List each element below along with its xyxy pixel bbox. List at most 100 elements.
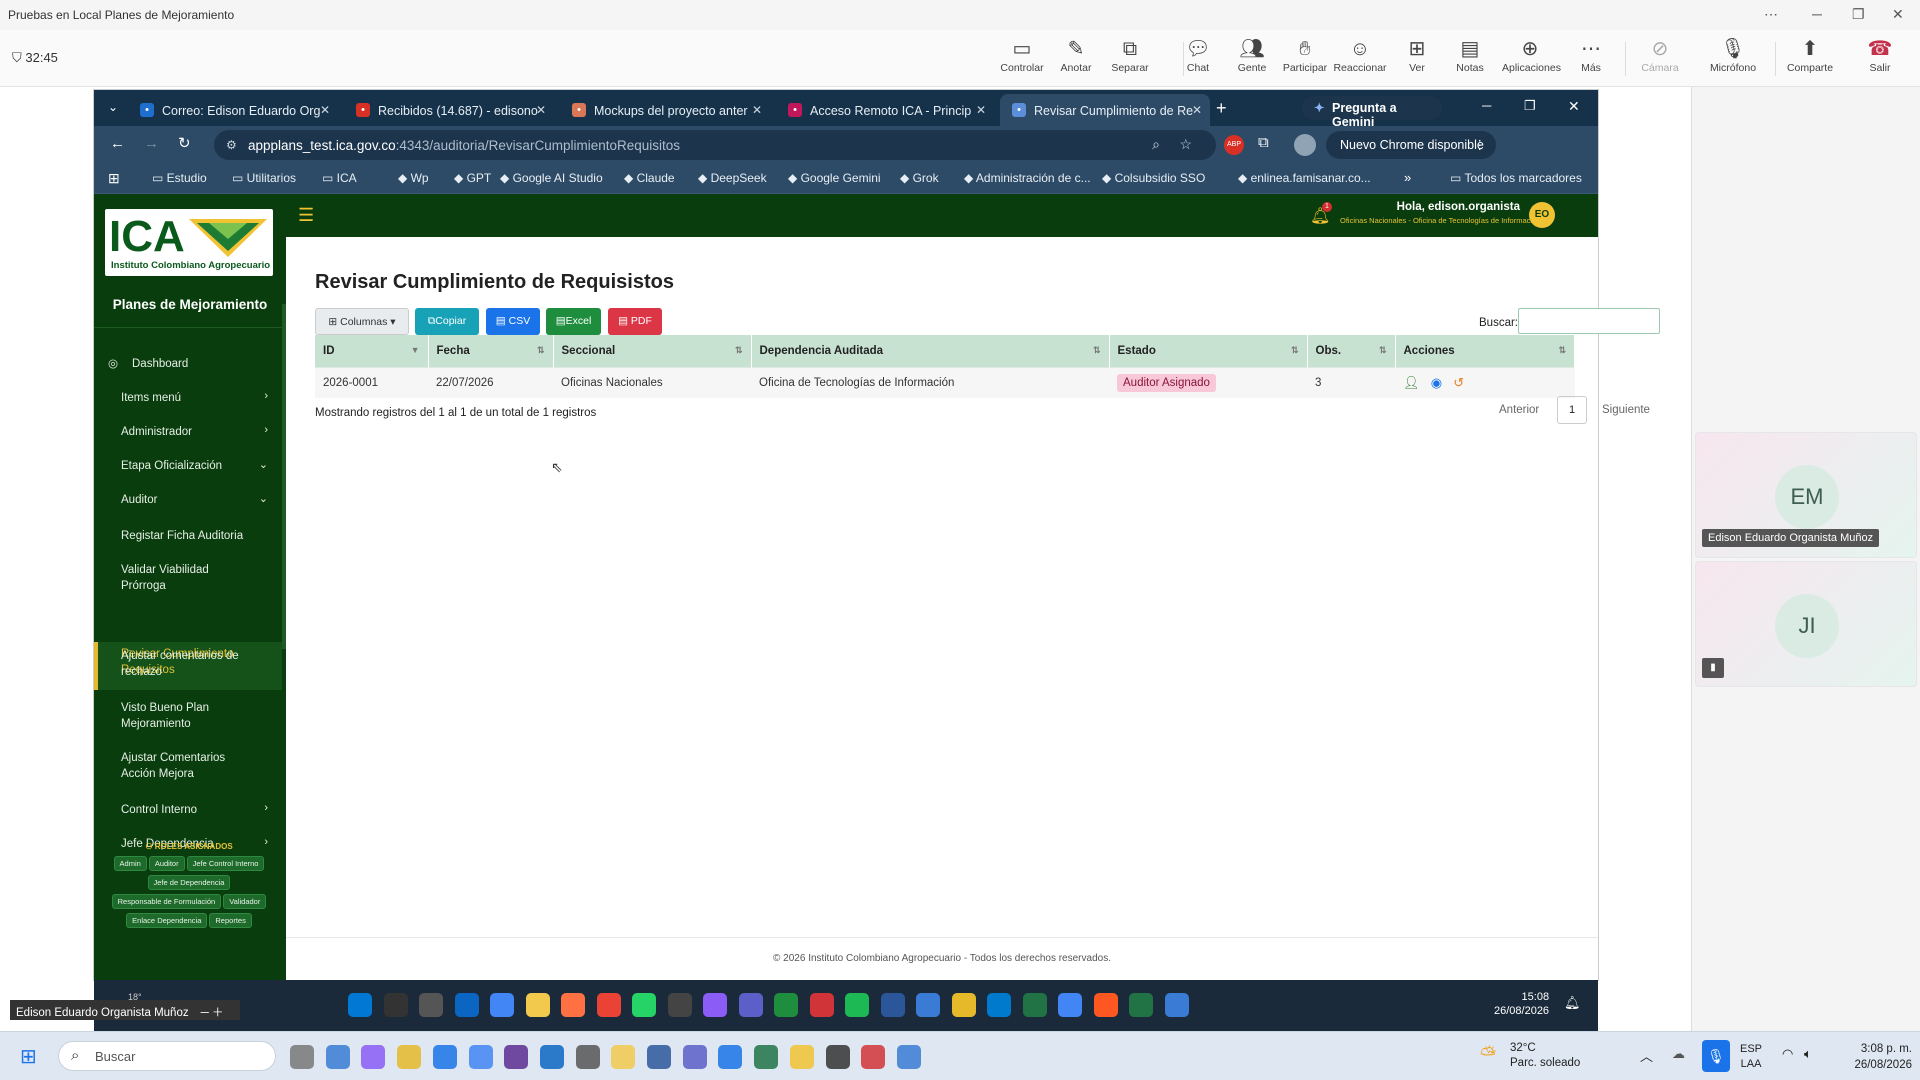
language-indicator[interactable]: ESP LAA (1740, 1042, 1762, 1072)
remote-app-icon[interactable] (774, 993, 798, 1017)
gemini-button[interactable]: ✦ Pregunta a Gemini (1302, 96, 1442, 129)
toolbar-salir-button[interactable]: ☎ Salir (1852, 36, 1908, 74)
remote-app-icon[interactable] (1164, 993, 1189, 1017)
tab-list-icon[interactable]: ⌄ (108, 100, 118, 114)
bookmark-item[interactable]: ◆ GPT (454, 171, 491, 185)
sidebar-item-items-men[interactable]: Items menú › (94, 390, 282, 410)
browser-tab[interactable]: • Recibidos (14.687) - edisono ✕ (344, 94, 554, 126)
sidebar-item-control-interno[interactable]: Control Interno › (94, 802, 282, 822)
bookmark-item[interactable]: ◆ Google AI Studio (500, 171, 603, 185)
toolbar-comparte-button[interactable]: ⬆ Comparte (1782, 36, 1838, 74)
toolbar-micrfono-button[interactable]: 🎙︎ Micrófono (1705, 36, 1761, 74)
remote-app-icon[interactable] (951, 993, 976, 1017)
remote-app-icon[interactable] (561, 993, 585, 1017)
remote-app-icon[interactable] (1093, 993, 1118, 1017)
weather-widget[interactable]: 32°C Parc. soleado (1510, 1041, 1580, 1071)
bookmark-item[interactable]: ◆ enlinea.famisanar.co... (1238, 171, 1371, 185)
assign-user-icon[interactable]: 👤︎ (1403, 375, 1420, 390)
zoom-icon[interactable]: ⌕ (1152, 136, 1160, 153)
taskbar-app-icon[interactable] (575, 1045, 600, 1069)
remote-app-icon[interactable] (1058, 993, 1082, 1017)
bookmark-item[interactable]: ◆ Colsubsidio SSO (1102, 171, 1205, 185)
site-info-icon[interactable]: ⚙ (226, 138, 237, 152)
participant-tile[interactable]: EM Edison Eduardo Organista Muñoz (1695, 432, 1917, 558)
browser-tab[interactable]: • Correo: Edison Eduardo Org ✕ (128, 94, 338, 126)
taskbar-search[interactable]: ⌕ Buscar (58, 1041, 276, 1071)
bookmark-item[interactable]: ▭ Estudio (152, 171, 207, 185)
adblock-icon[interactable]: ABP (1224, 135, 1244, 155)
close-icon[interactable]: ✕ (1568, 98, 1580, 115)
taskbar-app-icon[interactable] (504, 1045, 529, 1069)
sidebar-item-visto-bueno-plan-mejoramiento[interactable]: Visto Bueno Plan Mejoramiento (94, 700, 282, 748)
taskbar-app-icon[interactable] (647, 1045, 671, 1069)
remote-app-icon[interactable] (845, 993, 869, 1017)
user-avatar[interactable]: EO (1529, 202, 1555, 228)
taskbar-app-icon[interactable] (325, 1045, 350, 1069)
column-header[interactable]: Acciones ⇅ (1395, 335, 1575, 367)
column-header[interactable]: Estado ⇅ (1109, 335, 1308, 367)
remote-app-icon[interactable] (738, 993, 763, 1017)
bookmark-item[interactable]: ◆ Wp (398, 171, 429, 185)
toolbar-reaccionar-button[interactable]: ☺ Reaccionar (1332, 36, 1388, 74)
bookmark-item[interactable]: ▭ Utilitarios (232, 171, 296, 185)
volume-icon[interactable]: 🔈︎ (1804, 1046, 1812, 1062)
toolbar-aplicaciones-button[interactable]: ⊕ Aplicaciones (1502, 36, 1561, 74)
new-tab-button[interactable]: + (1216, 98, 1227, 119)
columns-button[interactable]: ⊞ Columnas ▾ (315, 308, 409, 335)
taskbar-app-icon[interactable] (432, 1045, 457, 1069)
taskbar-app-icon[interactable] (789, 1045, 814, 1069)
url-field[interactable]: ⚙ appplans_test.ica.gov.co:4343/auditori… (214, 130, 1216, 160)
table-row[interactable]: 2026-0001 22/07/2026 Oficinas Nacionales… (315, 366, 1575, 398)
browser-tab[interactable]: • Acceso Remoto ICA - Princip ✕ (776, 94, 994, 126)
view-eye-icon[interactable]: ◉ (1431, 375, 1442, 390)
remote-app-icon[interactable] (490, 993, 514, 1017)
tab-close-icon[interactable]: ✕ (320, 103, 330, 117)
remote-app-icon[interactable] (667, 993, 692, 1017)
restore-icon[interactable]: ❐ (1524, 98, 1536, 114)
bookmark-star-icon[interactable]: ☆ (1179, 136, 1192, 153)
remote-app-icon[interactable] (880, 993, 905, 1017)
sidebar-item-dashboard[interactable]: ◎ Dashboard (94, 356, 282, 376)
remote-app-icon[interactable] (383, 993, 408, 1017)
chevron-up-icon[interactable]: ︿ (1640, 1046, 1653, 1065)
taskbar-app-icon[interactable] (861, 1045, 886, 1069)
chrome-update-button[interactable]: Nuevo Chrome disponible ⋮ (1326, 131, 1496, 159)
sidebar-item-administrador[interactable]: Administrador › (94, 424, 282, 444)
csv-button[interactable]: ▤ CSV (486, 308, 540, 335)
browser-tab[interactable]: • Mockups del proyecto anter ✕ (560, 94, 770, 126)
remote-app-icon[interactable] (809, 993, 834, 1017)
taskbar-app-icon[interactable] (468, 1045, 493, 1069)
browser-tab[interactable]: • Revisar Cumplimiento de Re ✕ (1000, 94, 1210, 126)
copy-button[interactable]: ⧉Copiar (415, 308, 479, 335)
sidebar-item-etapa-oficializaci-n[interactable]: Etapa Oficialización ⌄ (94, 458, 282, 478)
search-input[interactable] (1518, 308, 1660, 334)
remote-app-icon[interactable] (525, 993, 550, 1017)
taskbar-app-icon[interactable] (754, 1045, 779, 1069)
toolbar-ms-button[interactable]: ⋯ Más (1563, 36, 1619, 74)
bookmark-item[interactable]: ◆ DeepSeek (698, 171, 767, 185)
sidebar-item-validar-viabilidad-pr-rroga[interactable]: Validar Viabilidad Prórroga (94, 562, 282, 592)
extensions-icon[interactable]: ⧉ (1258, 134, 1269, 151)
bookmark-item[interactable]: ◆ Administración de c... (964, 171, 1091, 185)
minimize-icon[interactable]: ─ (1812, 6, 1822, 22)
pdf-button[interactable]: ▤ PDF (608, 308, 662, 335)
close-icon[interactable]: ✕ (1892, 6, 1904, 23)
remote-app-icon[interactable] (703, 993, 727, 1017)
bookmark-item[interactable]: ◆ Claude (624, 171, 675, 185)
bookmark-item[interactable]: ◆ Grok (900, 171, 939, 185)
sidebar-item-auditor[interactable]: Auditor ⌄ (94, 492, 282, 512)
pager-previous[interactable]: Anterior (1499, 404, 1539, 416)
pager-page-1[interactable]: 1 (1557, 396, 1587, 424)
taskbar-app-icon[interactable] (290, 1045, 314, 1069)
minimize-icon[interactable]: ─ (1482, 98, 1491, 113)
taskbar-app-icon[interactable] (896, 1045, 921, 1069)
back-icon[interactable]: ← (110, 135, 125, 152)
toolbar-separar-button[interactable]: ⧉ Separar (1102, 36, 1158, 74)
remote-app-icon[interactable] (1129, 993, 1153, 1017)
profile-avatar[interactable] (1294, 134, 1316, 156)
taskbar-app-icon[interactable] (611, 1045, 636, 1069)
remote-app-icon[interactable] (632, 993, 656, 1017)
column-header[interactable]: Obs. ⇅ (1307, 335, 1396, 367)
sidebar-item-ajustar-comentarios-acci-n-mejora[interactable]: Ajustar Comentarios Acción Mejora (94, 750, 282, 798)
remote-app-icon[interactable] (916, 993, 940, 1017)
